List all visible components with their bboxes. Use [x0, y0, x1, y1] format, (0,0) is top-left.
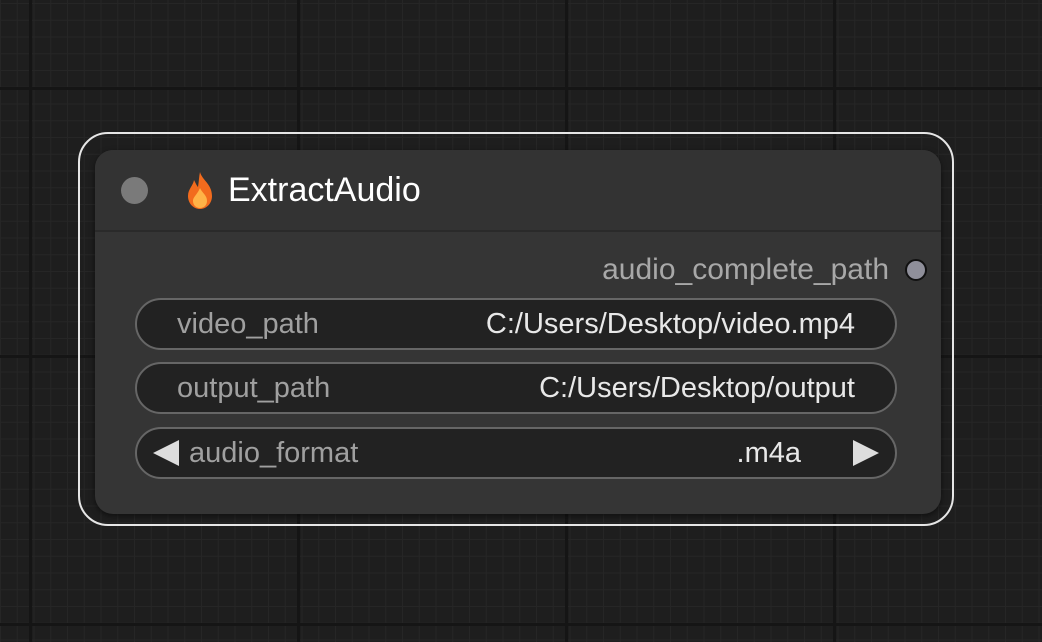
audio-format-value: .m4a	[736, 436, 801, 469]
audio-format-combo[interactable]: audio_format .m4a	[135, 427, 897, 479]
flame-icon	[188, 172, 212, 209]
node-header[interactable]: ExtractAudio	[95, 150, 941, 232]
collapse-toggle-icon[interactable]	[121, 177, 148, 204]
output-path-field[interactable]: output_path C:/Users/Desktop/output	[135, 362, 897, 414]
video-path-field[interactable]: video_path C:/Users/Desktop/video.mp4	[135, 298, 897, 350]
output-label: audio_complete_path	[602, 253, 889, 286]
video-path-label: video_path	[177, 307, 319, 340]
audio-format-label: audio_format	[189, 436, 359, 469]
node-title: ExtractAudio	[228, 171, 421, 209]
output-slot-icon[interactable]	[905, 259, 927, 281]
graph-canvas[interactable]: ExtractAudio audio_complete_path video_p…	[0, 0, 1042, 642]
arrow-left-icon[interactable]	[153, 440, 179, 466]
output-path-label: output_path	[177, 371, 331, 404]
extract-audio-node[interactable]: ExtractAudio audio_complete_path video_p…	[95, 150, 941, 514]
arrow-right-icon[interactable]	[853, 440, 879, 466]
output-audio-complete-path[interactable]: audio_complete_path	[602, 250, 927, 290]
output-path-value: C:/Users/Desktop/output	[539, 371, 855, 404]
video-path-value: C:/Users/Desktop/video.mp4	[485, 307, 855, 340]
